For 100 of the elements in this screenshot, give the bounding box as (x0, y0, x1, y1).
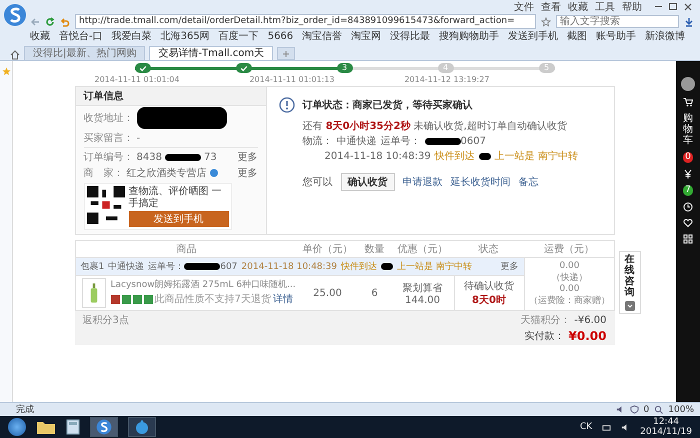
cart-label[interactable]: 购物车 (683, 113, 693, 146)
browser-tab[interactable]: 交易详情-Tmall.com天 (149, 46, 274, 60)
online-consult-panel[interactable]: 在线咨询 (618, 251, 640, 314)
shipping-type: （快递） (552, 272, 588, 284)
insurance-fee: 0.00 (559, 284, 580, 294)
bookmark-item[interactable]: 没得比最 (390, 31, 430, 43)
more-link[interactable]: 更多 (238, 166, 258, 180)
calculator-icon[interactable] (66, 419, 80, 435)
merchant-link[interactable]: 红之欣酒类专营店 (126, 166, 206, 180)
clock-icon[interactable] (683, 202, 693, 212)
field-label: 订单编号： (84, 150, 134, 164)
tracking-time: 2014-11-18 10:48:39 (324, 150, 431, 162)
heart-icon[interactable] (683, 218, 693, 228)
input-language[interactable]: CK (580, 422, 592, 432)
download-icon[interactable] (684, 16, 694, 26)
browser-taskbar-icon[interactable] (90, 417, 118, 437)
quantity: 6 (358, 275, 392, 310)
bookmark-item[interactable]: 音悦台-口 (59, 31, 103, 43)
maximize-icon[interactable] (669, 3, 677, 10)
details-link[interactable]: 详情 (272, 292, 293, 306)
insurance-note: （运费险：商家赠） (529, 294, 610, 307)
tracking-event: 快件到达 (434, 150, 475, 163)
field-value: - (136, 132, 140, 144)
clock-time[interactable]: 12:44 (653, 417, 680, 427)
bookmark-item[interactable]: 发送到手机 (508, 31, 558, 43)
folder-icon[interactable] (36, 419, 56, 435)
field-label: 运单号： (148, 260, 184, 273)
collapse-icon[interactable] (624, 301, 634, 311)
product-name-link[interactable]: Lacysnow朗姆拓露酒 275mL 6种口味随机... (110, 278, 296, 291)
online-consult-label[interactable]: 在线咨询 (624, 254, 634, 298)
menu-item[interactable]: 帮助 (622, 0, 642, 14)
redaction-mark (424, 138, 460, 144)
discount-amount: 144.00 (405, 294, 440, 306)
check-icon (138, 64, 146, 72)
bookmark-item[interactable]: 账号助手 (596, 31, 636, 43)
home-icon[interactable] (10, 50, 20, 60)
carrier-name: 中通快递 (108, 260, 144, 273)
bookmark-item[interactable]: 我爱白菜 (112, 31, 152, 43)
grid-icon[interactable] (683, 234, 693, 244)
cart-icon[interactable] (683, 97, 693, 107)
return-note: 此商品性质不支持7天退货 (154, 292, 271, 306)
field-label: 收货地址： (84, 112, 134, 125)
waybill-number: 0607 (460, 136, 486, 146)
bookmark-item[interactable]: 新浪微博 (645, 31, 686, 43)
refresh-icon[interactable] (45, 16, 55, 26)
package-label: 包裹1 (80, 260, 104, 273)
start-button[interactable] (8, 418, 26, 436)
bookmark-item[interactable]: 淘宝网 (351, 31, 382, 43)
yen-icon[interactable] (683, 169, 693, 179)
column-header: 运费（元） (524, 241, 614, 258)
bookmark-item[interactable]: 百度一下 (218, 31, 259, 43)
field-label: 运单号： (380, 134, 420, 148)
waybill-number: 607 (220, 262, 238, 272)
shipping-fee: 0.00 (559, 261, 580, 271)
order-status-title: 订单状态：商家已发货，等待买家确认 (302, 98, 472, 112)
action-link[interactable]: 备忘 (518, 175, 538, 189)
favorites-star-icon[interactable] (2, 67, 10, 76)
clock-date[interactable]: 2014/11/19 (640, 427, 692, 437)
cart-count-badge: 0 (683, 152, 693, 163)
menu-item[interactable]: 工具 (595, 0, 615, 14)
redaction-mark (164, 154, 201, 160)
field-value: 73 (204, 152, 217, 162)
browser-tab[interactable]: 没得比|最新、热门网购 (24, 46, 146, 60)
close-icon[interactable] (684, 2, 692, 10)
menu-item[interactable]: 查看 (541, 0, 561, 14)
shield-icon[interactable] (630, 405, 639, 414)
menu-item[interactable]: 文件 (514, 0, 534, 14)
more-link[interactable]: 更多 (500, 260, 518, 273)
zoom-icon[interactable] (654, 405, 664, 414)
points-amount: -¥6.00 (574, 314, 606, 326)
bookmark-item[interactable]: 北海365网 (160, 31, 210, 43)
action-link[interactable]: 延长收货时间 (450, 175, 510, 189)
confirm-receipt-button[interactable]: 确认收货 (340, 173, 394, 191)
more-link[interactable]: 更多 (238, 150, 258, 164)
action-link[interactable]: 申请退款 (402, 175, 442, 189)
discount-label: 聚划算省 (402, 282, 442, 294)
status-text: 完成 (16, 404, 34, 416)
points-note: 返积分3点 (82, 314, 129, 328)
redaction-mark (478, 152, 491, 160)
menu-item[interactable]: 收藏 (568, 0, 588, 14)
tracking-time: 2014-11-18 10:48:39 (241, 262, 338, 272)
notice-count-badge: 7 (683, 185, 693, 196)
alert-icon (278, 97, 294, 113)
zoom-level[interactable]: 100% (668, 404, 694, 414)
bookmark-item[interactable]: 收藏 (30, 31, 50, 43)
avatar-icon[interactable] (681, 77, 695, 91)
bookmark-item[interactable]: 淘宝信誉 (302, 31, 342, 43)
field-label: 买家留言： (84, 132, 134, 145)
bookmark-item[interactable]: 5666 (268, 31, 294, 43)
address-field[interactable]: http://trade.tmall.com/detail/orderDetail.htm?biz_order_id=843891099615473&forward_action= (75, 14, 536, 29)
chat-app-taskbar-icon[interactable] (128, 417, 156, 437)
item-countdown: 8天0时 (472, 294, 506, 307)
send-to-phone-button[interactable]: 发送到手机 (128, 211, 228, 227)
network-icon[interactable] (602, 422, 612, 432)
bookmark-item[interactable]: 搜狗购物助手 (439, 31, 500, 43)
star-icon[interactable] (541, 16, 551, 26)
redaction-mark (381, 263, 394, 270)
new-tab-icon[interactable] (277, 47, 296, 60)
qr-code-icon (86, 186, 124, 224)
bookmark-item[interactable]: 截图 (567, 31, 588, 43)
